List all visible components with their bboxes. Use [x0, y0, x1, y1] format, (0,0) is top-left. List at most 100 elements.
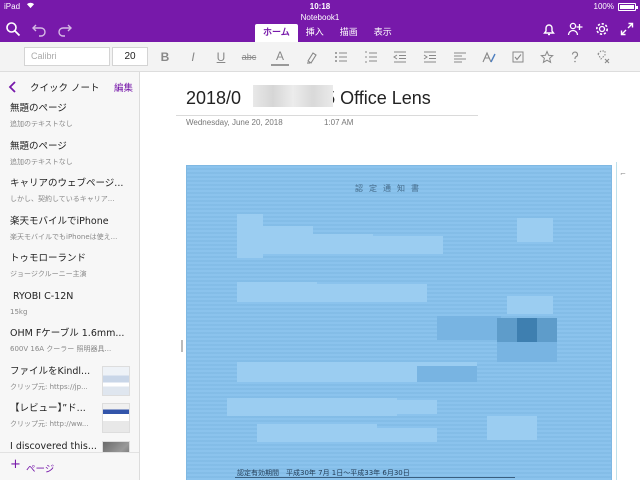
page-item[interactable]: RYOBI C-12N 15kg — [0, 288, 139, 326]
battery-status: 100% — [594, 2, 638, 11]
bell-icon[interactable] — [540, 20, 558, 38]
redacted-block — [517, 218, 553, 242]
page-item[interactable]: OHM Fケーブル 1.6mm... 600V 16A クーラー 照明器具... — [0, 325, 139, 363]
bold-button[interactable]: B — [156, 48, 174, 66]
page-list: 無題のページ 追加のテキストなし 無題のページ 追加のテキストなし キャリアのウ… — [0, 100, 139, 475]
scanned-document-image[interactable]: 認定通知書 認定有効期間 平成30年 7月 1日〜平成33年 6月30日 — [186, 165, 612, 480]
page-item-title: I discovered this... — [10, 440, 97, 452]
todo-checkbox-icon[interactable] — [509, 48, 527, 66]
app-top-bar: iPad 10:18 100% Notebook1 ホーム 挿入 描画 表示 — [0, 0, 640, 42]
increase-indent-icon[interactable] — [421, 48, 439, 66]
page-item-title: トゥモローランド — [10, 253, 87, 264]
edit-button[interactable]: 編集 — [114, 80, 133, 94]
redacted-block — [237, 214, 263, 258]
undo-icon[interactable] — [30, 20, 48, 38]
ribbon-tabs: ホーム 挿入 描画 表示 — [255, 24, 400, 42]
redacted-block — [517, 318, 537, 342]
redacted-block — [437, 316, 501, 340]
redacted-block — [377, 428, 437, 442]
decrease-indent-icon[interactable] — [391, 48, 409, 66]
page-item-title: キャリアのウェブページ... — [10, 178, 124, 189]
star-tag-icon[interactable] — [538, 48, 556, 66]
scan-footer-underline — [235, 477, 515, 478]
page-item[interactable]: トゥモローランド ジョージクルーニー主演 — [0, 250, 139, 288]
plus-icon: + — [10, 457, 21, 472]
title-redaction-blur — [253, 85, 333, 107]
italic-button[interactable]: I — [184, 48, 202, 66]
tab-draw[interactable]: 描画 — [332, 24, 366, 42]
status-time: 10:18 — [309, 2, 331, 11]
gear-icon[interactable] — [593, 20, 611, 38]
add-page-button[interactable]: + ページ — [0, 452, 139, 480]
question-tag-icon[interactable] — [566, 48, 584, 66]
page-item-preview: クリップ元: http://ww... — [10, 420, 89, 428]
redacted-block — [373, 236, 443, 254]
add-page-label: ページ — [26, 464, 55, 475]
page-item-preview: ジョージクルーニー主演 — [10, 270, 87, 278]
redacted-block — [263, 226, 313, 254]
page-time: 1:07 AM — [324, 118, 354, 127]
search-icon[interactable] — [4, 20, 22, 38]
page-item-preview: クリップ元: https://jp... — [10, 382, 88, 391]
underline-button[interactable]: U — [212, 48, 230, 66]
page-item-title: OHM Fケーブル 1.6mm... — [10, 328, 125, 339]
page-item[interactable]: キャリアのウェブページ... しかし、契約しているキャリア... — [0, 175, 139, 213]
page-item-preview: 追加のテキストなし — [10, 120, 73, 128]
formatting-ribbon: Calibri 20 B I U abc A — [0, 42, 640, 72]
page-thumbnail — [102, 403, 130, 433]
pages-sidebar: クイック ノート 編集 無題のページ 追加のテキストなし 無題のページ 追加のテ… — [0, 72, 140, 480]
page-item-title: RYOBI C-12N — [10, 290, 74, 302]
redacted-block — [237, 282, 317, 302]
page-item-title: 無題のページ — [10, 140, 67, 152]
align-icon[interactable] — [451, 48, 469, 66]
page-item[interactable]: 楽天モバイルでiPhone 楽天モバイルでもiPhoneは使え... — [0, 213, 139, 251]
redacted-block — [487, 416, 537, 440]
page-item-preview: 追加のテキストなし — [10, 157, 73, 166]
title-underline — [176, 115, 478, 116]
cursor-marker — [181, 340, 183, 352]
font-name-field[interactable]: Calibri — [24, 47, 110, 66]
page-item-preview: しかし、契約しているキャリア... — [10, 195, 115, 203]
page-item-preview: 15kg — [10, 307, 28, 316]
strikethrough-button[interactable]: abc — [240, 48, 258, 66]
redacted-block — [397, 400, 437, 414]
redacted-block — [497, 342, 557, 362]
redo-icon[interactable] — [56, 20, 74, 38]
highlighter-icon[interactable] — [303, 48, 321, 66]
styles-icon[interactable] — [480, 48, 498, 66]
page-thumbnail — [102, 365, 130, 396]
redacted-block — [313, 234, 373, 254]
redacted-block — [257, 424, 377, 442]
page-item-title: ファイルをKindl... — [10, 365, 91, 377]
page-edge-guide — [616, 162, 617, 480]
scan-heading: 認定通知書 — [355, 184, 425, 193]
tab-insert[interactable]: 挿入 — [298, 24, 332, 42]
page-item[interactable]: 無題のページ 追加のテキストなし — [0, 100, 139, 138]
numbered-list-icon[interactable] — [362, 48, 380, 66]
page-item-title: 楽天モバイルでiPhone — [10, 215, 109, 227]
tab-view[interactable]: 表示 — [366, 24, 400, 42]
redacted-block — [497, 318, 517, 342]
page-item[interactable]: 【レビュー】”ド... クリップ元: http://ww... — [0, 400, 139, 438]
bullet-list-icon[interactable] — [332, 48, 350, 66]
page-item-preview: 楽天モバイルでもiPhoneは使え... — [10, 232, 118, 241]
font-size-field[interactable]: 20 — [112, 47, 148, 66]
add-person-icon[interactable] — [566, 20, 584, 38]
page-title-prefix: 2018/0 — [186, 88, 242, 108]
redacted-block — [227, 398, 397, 416]
page-item[interactable]: 無題のページ 追加のテキストなし — [0, 138, 139, 176]
font-color-button[interactable]: A — [271, 48, 289, 66]
tab-home[interactable]: ホーム — [255, 24, 298, 42]
page-date: Wednesday, June 20, 2018 — [186, 118, 283, 127]
expand-icon[interactable] — [618, 20, 636, 38]
section-title: クイック ノート — [30, 83, 100, 94]
redacted-block — [417, 366, 477, 382]
redacted-block — [507, 296, 553, 314]
page-item[interactable]: ファイルをKindl... クリップ元: https://jp... — [0, 363, 139, 401]
page-item-title: 無題のページ — [10, 103, 67, 114]
back-chevron-icon[interactable] — [8, 79, 20, 93]
page-canvas[interactable]: 2018/0 5 Office Lens Wednesday, June 20, … — [140, 72, 640, 480]
sidebar-header: クイック ノート 編集 — [0, 72, 139, 100]
clear-tags-icon[interactable] — [595, 48, 613, 66]
battery-icon — [618, 2, 638, 11]
